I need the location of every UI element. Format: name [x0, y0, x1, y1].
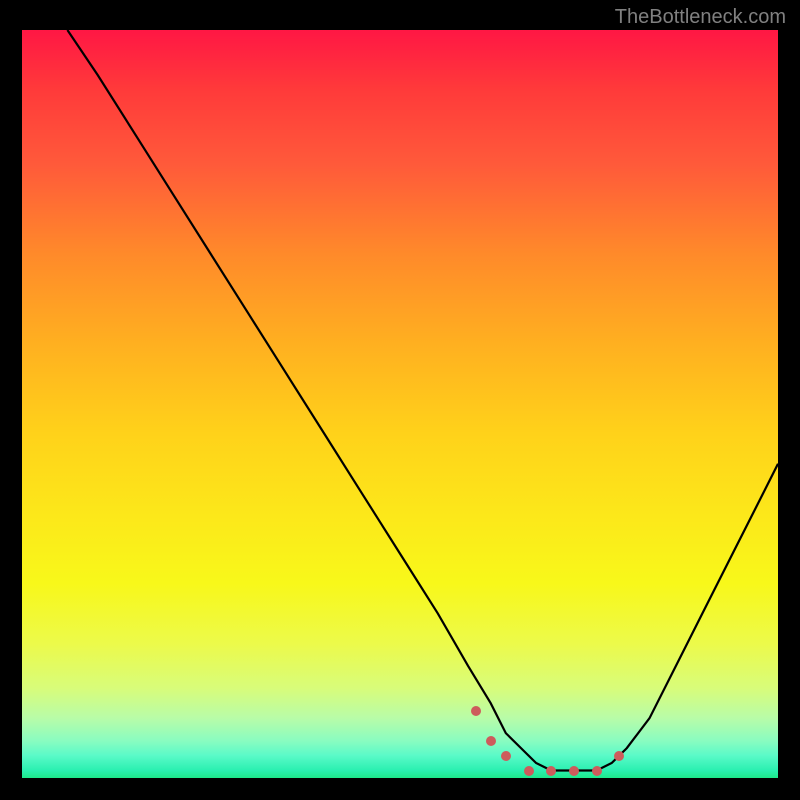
curve-marker	[524, 766, 534, 776]
watermark-text: TheBottleneck.com	[615, 6, 786, 29]
curve-marker	[569, 766, 579, 776]
curve-marker	[546, 766, 556, 776]
chart-plot-area	[22, 30, 778, 778]
marker-layer	[22, 30, 778, 778]
curve-marker	[592, 766, 602, 776]
curve-marker	[501, 751, 511, 761]
curve-marker	[471, 706, 481, 716]
curve-marker	[486, 736, 496, 746]
curve-marker	[614, 751, 624, 761]
